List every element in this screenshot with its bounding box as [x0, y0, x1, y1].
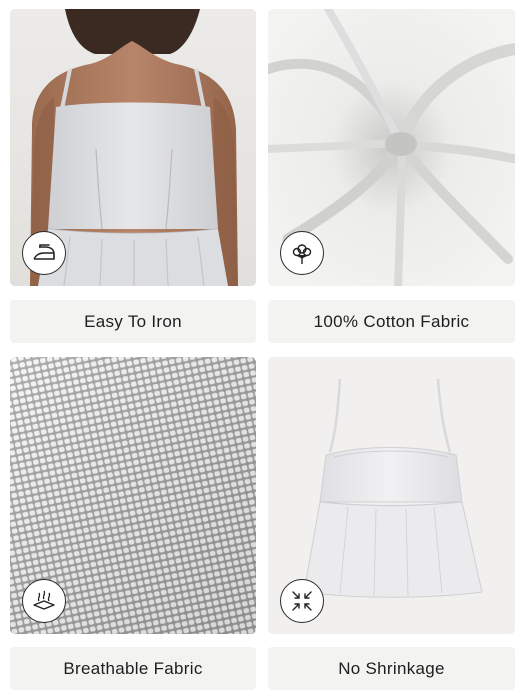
no-shrinkage-label: No Shrinkage [268, 647, 515, 690]
feature-label-text: Breathable Fabric [63, 658, 203, 678]
breathable-fabric-label: Breathable Fabric [10, 647, 256, 690]
cotton-fabric-label: 100% Cotton Fabric [268, 300, 515, 343]
breathable-fabric-photo-tile [10, 357, 256, 634]
no-shrinkage-photo-tile [268, 357, 515, 634]
iron-icon [22, 231, 66, 275]
cotton-flower-icon [280, 231, 324, 275]
cotton-fabric-photo-tile [268, 9, 515, 286]
feature-label-text: No Shrinkage [338, 658, 445, 678]
model-photo-tile [10, 9, 256, 286]
feature-label-text: Easy To Iron [84, 311, 182, 331]
easy-to-iron-label: Easy To Iron [10, 300, 256, 343]
feature-label-text: 100% Cotton Fabric [313, 311, 470, 331]
breathable-fabric-icon [22, 579, 66, 623]
no-shrink-arrows-icon [280, 579, 324, 623]
